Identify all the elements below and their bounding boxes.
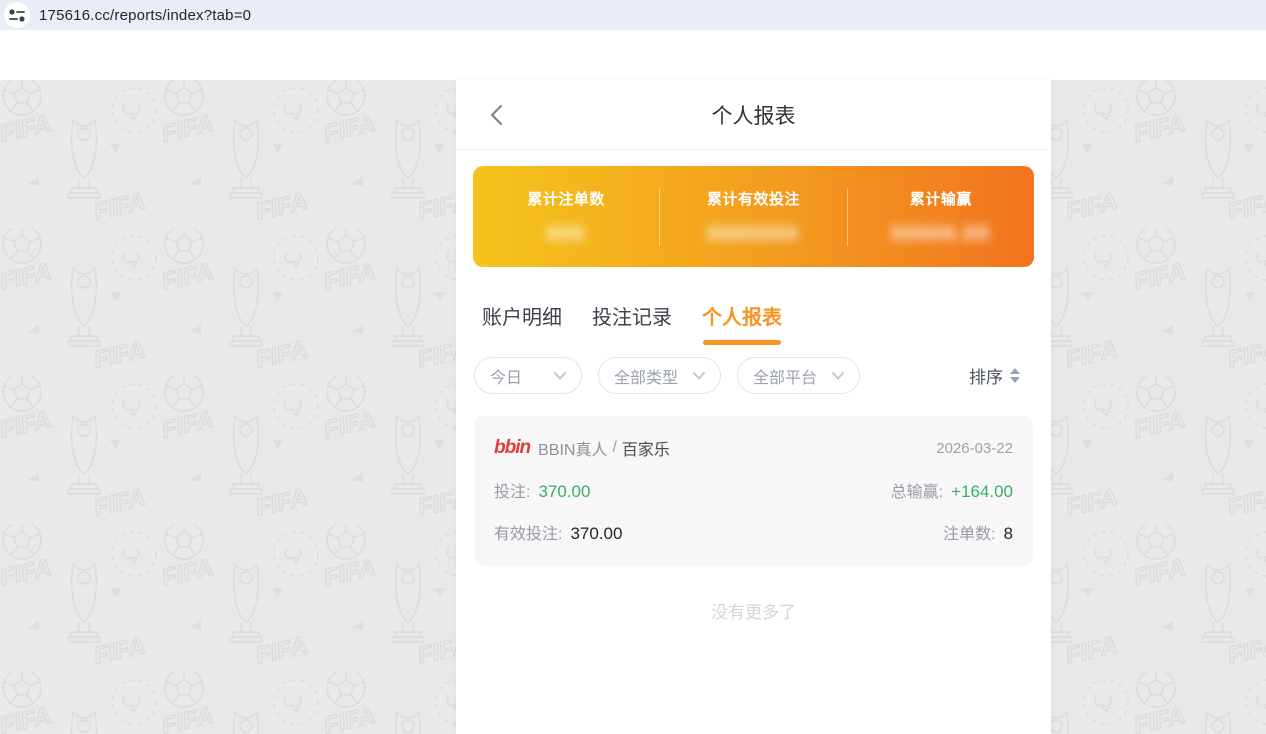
stat-value: 370.00	[570, 524, 622, 544]
filter-dropdown-platform[interactable]: 全部平台	[737, 357, 860, 394]
url-text[interactable]: 175616.cc/reports/index?tab=0	[39, 7, 251, 24]
summary-col-bet-count: 累计注单数 888	[473, 188, 659, 246]
report-card-header-row: bbin BBIN真人 / 百家乐 2026-03-22	[494, 436, 1013, 460]
game-name: 百家乐	[622, 436, 670, 460]
tab-personal-report[interactable]: 个人报表	[702, 301, 782, 345]
summary-col-win-loss: 累计输赢 88888.88	[848, 188, 1034, 246]
stat-value: +164.00	[951, 482, 1013, 502]
bet-stat: 投注: 370.00	[494, 478, 590, 502]
tab-account-details[interactable]: 账户明细	[482, 301, 562, 345]
bet-count-stat: 注单数: 8	[943, 520, 1013, 544]
stat-label: 有效投注:	[494, 520, 562, 544]
valid-bet-stat: 有效投注: 370.00	[494, 520, 622, 544]
filter-dropdown-date[interactable]: 今日	[474, 357, 582, 394]
stat-label: 注单数:	[943, 520, 995, 544]
chevron-left-icon	[490, 104, 503, 126]
filter-label: 全部类型	[614, 364, 678, 388]
summary-value-blurred: 88888.88	[848, 223, 1034, 246]
report-card-stats-row-1: 投注: 370.00 总输赢: +164.00	[494, 478, 1013, 502]
sort-label: 排序	[969, 363, 1003, 388]
chevron-down-icon	[832, 372, 844, 380]
chevron-down-icon	[554, 372, 566, 380]
summary-section: 累计注单数 888 累计有效投注 8888888 累计输赢 88888.88	[456, 150, 1051, 291]
stat-label: 投注:	[494, 478, 530, 502]
filter-dropdown-type[interactable]: 全部类型	[598, 357, 721, 394]
stat-value: 8	[1004, 524, 1013, 544]
no-more-text: 没有更多了	[456, 598, 1051, 623]
page-title: 个人报表	[712, 100, 796, 130]
summary-label: 累计注单数	[473, 188, 659, 209]
report-card-stats-row-2: 有效投注: 370.00 注单数: 8	[494, 520, 1013, 544]
back-button[interactable]	[482, 101, 510, 129]
app-header: 个人报表	[456, 80, 1051, 150]
sort-arrows-icon	[1010, 368, 1020, 383]
site-settings-icon[interactable]	[4, 2, 30, 28]
summary-value-blurred: 8888888	[660, 223, 846, 246]
summary-value-blurred: 888	[473, 223, 659, 246]
summary-card: 累计注单数 888 累计有效投注 8888888 累计输赢 88888.88	[473, 166, 1034, 267]
chevron-down-icon	[693, 372, 705, 380]
separator: /	[612, 439, 616, 457]
browser-url-bar[interactable]: 175616.cc/reports/index?tab=0	[0, 0, 1266, 30]
provider-name: BBIN真人	[538, 436, 607, 460]
stat-label: 总输赢:	[891, 478, 943, 502]
stat-value: 370.00	[538, 482, 590, 502]
report-list: bbin BBIN真人 / 百家乐 2026-03-22 投注: 370.00 …	[456, 394, 1051, 566]
bbin-logo: bbin	[494, 437, 530, 459]
filter-label: 今日	[490, 364, 522, 388]
active-tab-underline	[703, 340, 781, 345]
report-card[interactable]: bbin BBIN真人 / 百家乐 2026-03-22 投注: 370.00 …	[474, 416, 1033, 566]
filter-label: 全部平台	[753, 364, 817, 388]
tab-label: 个人报表	[702, 307, 782, 329]
tab-bet-records[interactable]: 投注记录	[592, 301, 672, 345]
tab-bar: 账户明细 投注记录 个人报表	[456, 291, 1051, 345]
summary-col-valid-bets: 累计有效投注 8888888	[660, 188, 846, 246]
total-win-stat: 总输赢: +164.00	[891, 478, 1013, 502]
filter-bar: 今日 全部类型 全部平台 排序	[456, 345, 1051, 394]
summary-label: 累计输赢	[848, 188, 1034, 209]
summary-label: 累计有效投注	[660, 188, 846, 209]
app-view: 个人报表 累计注单数 888 累计有效投注 8888888 累计输赢 88888…	[456, 80, 1051, 734]
report-date: 2026-03-22	[936, 440, 1013, 457]
sort-button[interactable]: 排序	[969, 363, 1033, 388]
